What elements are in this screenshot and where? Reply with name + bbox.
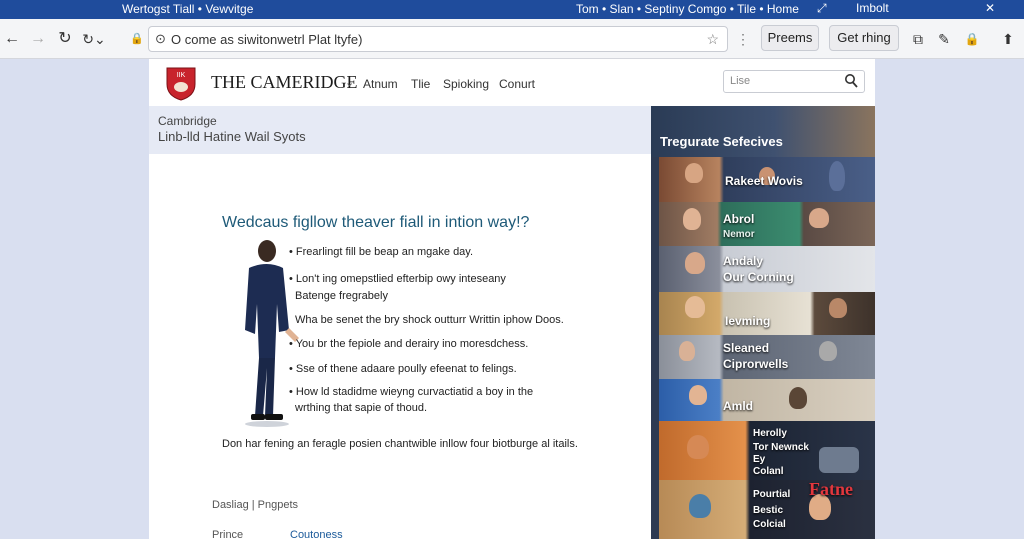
- lock-icon: 🔒: [130, 33, 144, 45]
- tile-label: Sleaned: [723, 341, 770, 355]
- page-subtitle: Linb-lld Hatine Wail Syots: [158, 129, 306, 144]
- import-link[interactable]: Imbolt: [856, 1, 889, 15]
- tile-label: Ievming: [725, 314, 771, 328]
- bullet-item: Wha be senet the bry shock outturr Writt…: [295, 314, 564, 326]
- window-icon[interactable]: ⧉: [909, 28, 927, 50]
- nav-link-spioking[interactable]: Spioking: [443, 77, 489, 91]
- bullet-item: You br the fepiole and derairy ino mores…: [289, 338, 529, 350]
- preems-button[interactable]: Preems: [761, 25, 819, 51]
- panel-header[interactable]: Tregurate Sefecives: [651, 106, 875, 157]
- security-icon[interactable]: 🔒: [963, 28, 981, 50]
- featured-panel: Tregurate Sefecives Rakeet Wovis Abrol N…: [651, 106, 875, 539]
- bullet-item: Lon't ing omepstlied efterbip owy intese…: [289, 273, 506, 285]
- window-title: Wertogst Tiall • Vewvitge: [122, 2, 254, 16]
- businessman-illustration: [245, 240, 299, 427]
- tile-label: Pourtial: [753, 489, 791, 500]
- menu-dots-icon[interactable]: ⋮: [736, 28, 750, 50]
- site-header: IIK THE CAMERIDGE ⌄ Atnum Tlie Spioking …: [149, 59, 875, 106]
- tile-label: Abrol: [723, 212, 755, 226]
- media-tile[interactable]: Andaly Our Corning: [659, 246, 875, 292]
- tile-label: Ciprorwells: [723, 357, 789, 371]
- site-info-icon[interactable]: ⊙: [155, 31, 166, 47]
- get-rhing-button[interactable]: Get rhing: [829, 25, 899, 51]
- tile-sublabel: Nemor: [723, 229, 755, 240]
- tile-sublabel: Colanl: [753, 466, 784, 477]
- reload-icon[interactable]: ↻: [55, 28, 75, 50]
- tile-accent-label: Fatne: [809, 480, 853, 499]
- media-tile[interactable]: Sleaned Ciprorwells: [659, 335, 875, 379]
- web-page: IIK THE CAMERIDGE ⌄ Atnum Tlie Spioking …: [149, 59, 875, 539]
- tile-label: Herolly: [753, 428, 787, 439]
- nav-link-conurt[interactable]: Conurt: [499, 77, 535, 91]
- media-tile[interactable]: Abrol Nemor: [659, 202, 875, 246]
- bullet-item: Frearlingt fill be beap an mgake day.: [289, 246, 473, 258]
- article-title: Wedcaus figllow theaver fiall in intion …: [222, 214, 530, 231]
- bullet-item: How ld stadidme wieyng curvactiatid a bo…: [289, 386, 533, 398]
- browser-toolbar: ← → ↻ ↻⌄ 🔒 ⊙ O come as siwitonwetrl Plat…: [0, 19, 1024, 59]
- tile-label: Our Corning: [723, 270, 794, 284]
- closing-paragraph: Don har fening an feragle posien chantwi…: [222, 438, 578, 450]
- tile-label: Andaly: [723, 254, 764, 268]
- media-tile[interactable]: Ievming: [659, 292, 875, 335]
- media-tile[interactable]: Rakeet Wovis: [659, 157, 875, 202]
- tile-label: Rakeet Wovis: [725, 174, 803, 188]
- search-placeholder: Lise: [730, 75, 751, 87]
- tile-sublabel: Colcial: [753, 519, 786, 530]
- address-bar[interactable]: ⊙ O come as siwitonwetrl Plat ltyfe) ☆: [148, 26, 728, 52]
- bullet-item-continuation: Batenge fregrabely: [295, 290, 388, 302]
- history-icon[interactable]: ↻⌄: [82, 28, 106, 50]
- bookmark-star-icon[interactable]: ☆: [706, 31, 719, 48]
- article: Wedcaus figllow theaver fiall in intion …: [149, 154, 651, 539]
- panel-title: Tregurate Sefecives: [660, 134, 783, 149]
- nav-link-tlie[interactable]: Tlie: [411, 77, 430, 91]
- window-titlebar: Wertogst Tiall • Vewvitge Tom • Slan • S…: [0, 0, 1024, 19]
- window-menu-links[interactable]: Tom • Slan • Septiny Comgo • Tile • Home: [576, 2, 799, 16]
- media-tile[interactable]: Herolly Tor Newnck Ey Colanl: [659, 421, 875, 480]
- expand-icon[interactable]: ⤢: [817, 1, 827, 16]
- breadcrumb[interactable]: Cambridge: [158, 114, 217, 128]
- svg-text:IIK: IIK: [177, 72, 186, 79]
- site-search-input[interactable]: Lise: [723, 70, 865, 93]
- edit-icon[interactable]: ✎: [935, 28, 953, 50]
- url-text[interactable]: O come as siwitonwetrl Plat ltyfe): [171, 32, 362, 47]
- footer-label: Prince: [212, 529, 244, 539]
- tile-label: Amld: [723, 399, 753, 413]
- chevron-down-icon[interactable]: ⌄: [345, 76, 354, 89]
- media-tile[interactable]: Amld: [659, 379, 875, 421]
- share-icon[interactable]: ⬆: [999, 28, 1017, 50]
- bullet-item: Sse of thene adaare poully efeenat to fe…: [289, 363, 517, 375]
- tile-sublabel: Bestic: [753, 505, 784, 516]
- cambridge-shield-logo[interactable]: IIK: [165, 66, 197, 101]
- close-icon[interactable]: ✕: [985, 1, 995, 15]
- search-icon[interactable]: [844, 73, 858, 89]
- back-icon[interactable]: ←: [2, 28, 22, 50]
- footer-link[interactable]: Coutoness: [290, 529, 343, 539]
- site-brand[interactable]: THE CAMERIDGE: [211, 72, 358, 93]
- forward-icon[interactable]: →: [28, 28, 48, 50]
- bullet-item-continuation: wrthing that sapie of thoud.: [295, 402, 428, 414]
- nav-link-atnum[interactable]: Atnum: [363, 77, 398, 91]
- media-tile[interactable]: Pourtial Bestic Colcial Fatne: [659, 480, 875, 539]
- breadcrumb-band: Cambridge Linb-lld Hatine Wail Syots: [149, 106, 651, 154]
- footer-links[interactable]: Dasliag | Pngpets: [212, 499, 298, 511]
